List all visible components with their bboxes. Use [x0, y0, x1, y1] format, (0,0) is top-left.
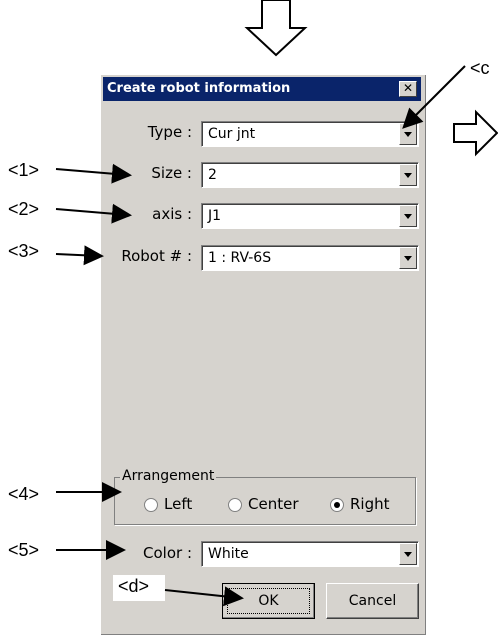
leader-arrows — [55, 65, 466, 607]
arrow-d — [164, 586, 244, 607]
arrow-1 — [55, 163, 132, 184]
arrow-2 — [55, 203, 132, 224]
arrow-3 — [55, 245, 104, 266]
arrow-c — [402, 65, 466, 129]
